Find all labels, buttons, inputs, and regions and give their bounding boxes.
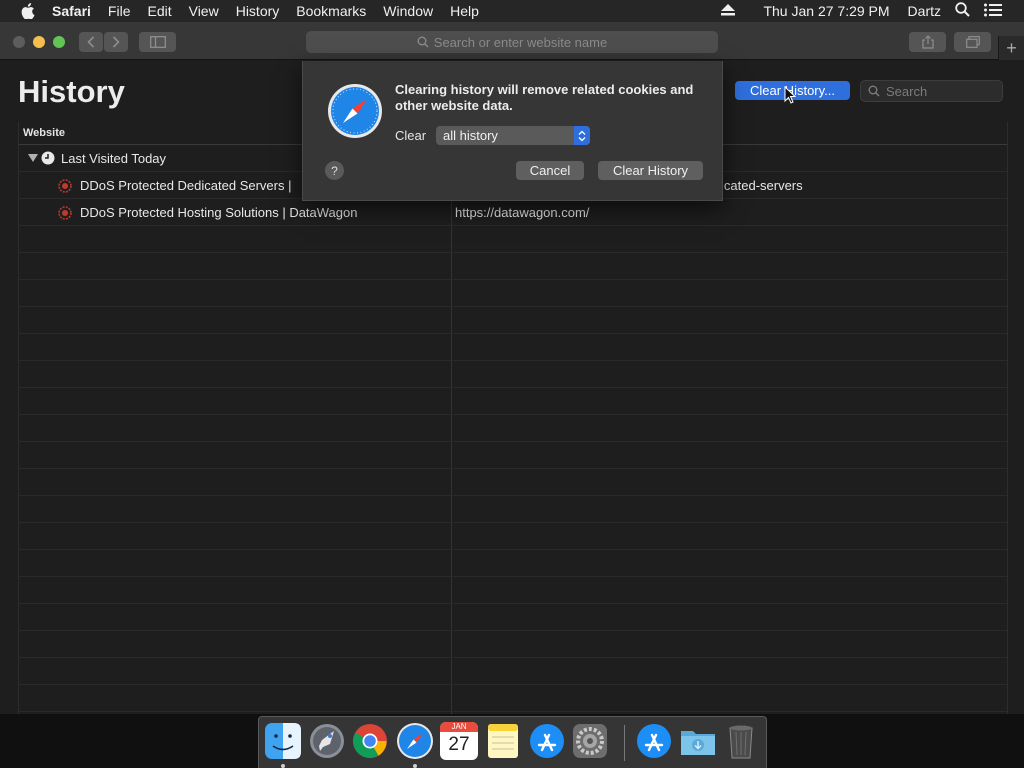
- confirm-clear-history-button[interactable]: Clear History: [598, 161, 703, 180]
- close-window-button[interactable]: [13, 36, 25, 48]
- empty-row: [19, 253, 1007, 280]
- clock-icon: [41, 151, 55, 165]
- dialog-message: Clearing history will remove related coo…: [395, 82, 694, 113]
- column-header-website[interactable]: Website: [23, 127, 65, 139]
- menubar-status-area: Thu Jan 27 7:29 PM Dartz: [721, 0, 1024, 22]
- spotlight-search-icon[interactable]: [955, 2, 970, 20]
- clear-range-select[interactable]: all history: [436, 126, 590, 145]
- clear-range-value: all history: [443, 128, 498, 143]
- user-name[interactable]: Dartz: [908, 3, 941, 19]
- empty-row: [19, 685, 1007, 712]
- safari-compass-icon: [328, 84, 382, 138]
- dock: JAN 27: [258, 716, 767, 768]
- eject-icon[interactable]: [721, 3, 736, 19]
- empty-row: [19, 631, 1007, 658]
- chevron-left-icon: [87, 36, 95, 48]
- downloads-folder-icon[interactable]: [679, 722, 717, 760]
- mouse-cursor-icon: [784, 86, 796, 104]
- cancel-button[interactable]: Cancel: [516, 161, 584, 180]
- downloads-app-store-icon[interactable]: [635, 722, 673, 760]
- menu-file[interactable]: File: [108, 3, 131, 19]
- clear-range-label: Clear: [395, 128, 427, 143]
- menu-safari[interactable]: Safari: [52, 3, 91, 19]
- empty-row: [19, 307, 1007, 334]
- page-title: History: [18, 74, 125, 109]
- empty-row: [19, 523, 1007, 550]
- finder-running-indicator: [281, 764, 285, 768]
- menu-view[interactable]: View: [189, 3, 219, 19]
- show-tabs-button[interactable]: [954, 32, 991, 52]
- finder-icon[interactable]: [264, 722, 302, 760]
- select-stepper-icon: [574, 126, 590, 145]
- site-favicon-icon: [58, 179, 72, 193]
- safari-icon[interactable]: [396, 722, 434, 760]
- empty-row: [19, 550, 1007, 577]
- disclosure-triangle-icon[interactable]: [28, 154, 38, 162]
- share-button[interactable]: [909, 32, 946, 52]
- toolbar: Search or enter website name +: [0, 22, 1024, 60]
- empty-row: [19, 280, 1007, 307]
- sidebar-icon: [149, 36, 166, 48]
- chevron-right-icon: [112, 36, 120, 48]
- empty-row: [19, 442, 1007, 469]
- empty-row: [19, 388, 1007, 415]
- dock-separator: [624, 725, 625, 761]
- launchpad-icon[interactable]: [308, 722, 346, 760]
- menu-edit[interactable]: Edit: [147, 3, 171, 19]
- plus-icon: +: [1006, 37, 1017, 58]
- calendar-month: JAN: [440, 722, 478, 732]
- history-row-url: https://datawagon.com/: [455, 205, 590, 220]
- empty-row: [19, 361, 1007, 388]
- new-tab-button[interactable]: +: [998, 36, 1024, 60]
- address-bar-placeholder: Search or enter website name: [433, 34, 608, 50]
- history-row-url: icated-servers: [721, 178, 803, 193]
- empty-row: [19, 226, 1007, 253]
- menu-history[interactable]: History: [236, 3, 280, 19]
- empty-row: [19, 604, 1007, 631]
- notes-icon[interactable]: [484, 722, 522, 760]
- empty-row: [19, 496, 1007, 523]
- apple-menu-icon[interactable]: [20, 3, 36, 19]
- history-row-title: DDoS Protected Hosting Solutions | DataW…: [80, 205, 358, 220]
- forward-button[interactable]: [104, 32, 128, 52]
- history-row-title: DDoS Protected Dedicated Servers |: [80, 178, 292, 193]
- empty-row: [19, 334, 1007, 361]
- help-button[interactable]: ?: [325, 161, 344, 180]
- zoom-window-button[interactable]: [53, 36, 65, 48]
- minimize-window-button[interactable]: [33, 36, 45, 48]
- clear-history-dialog: Clearing history will remove related coo…: [302, 61, 723, 201]
- empty-row: [19, 415, 1007, 442]
- menu-window[interactable]: Window: [383, 3, 433, 19]
- address-bar[interactable]: Search or enter website name: [306, 31, 718, 53]
- sidebar-toggle-button[interactable]: [139, 32, 176, 52]
- search-icon: [868, 85, 880, 97]
- app-store-icon[interactable]: [528, 722, 566, 760]
- share-icon: [921, 35, 934, 49]
- search-icon: [417, 36, 429, 48]
- empty-row: [19, 658, 1007, 685]
- empty-row: [19, 469, 1007, 496]
- system-preferences-icon[interactable]: [571, 722, 609, 760]
- empty-row: [19, 577, 1007, 604]
- chrome-icon[interactable]: [351, 722, 389, 760]
- menu-bar: Safari File Edit View History Bookmarks …: [0, 0, 1024, 22]
- trash-icon[interactable]: [722, 722, 760, 760]
- site-favicon-icon: [58, 206, 72, 220]
- back-button[interactable]: [79, 32, 103, 52]
- search-placeholder: Search: [886, 83, 928, 99]
- history-search-field[interactable]: Search: [860, 80, 1003, 102]
- calendar-icon[interactable]: JAN 27: [440, 722, 478, 760]
- safari-running-indicator: [413, 764, 417, 768]
- group-label: Last Visited Today: [61, 151, 167, 166]
- clock-datetime[interactable]: Thu Jan 27 7:29 PM: [763, 3, 889, 19]
- tabs-overview-icon: [965, 36, 980, 48]
- calendar-day: 27: [448, 734, 470, 755]
- history-table: Website Last Visited Today DDoS Protecte…: [18, 122, 1008, 714]
- menu-help[interactable]: Help: [450, 3, 479, 19]
- menu-bookmarks[interactable]: Bookmarks: [296, 3, 366, 19]
- notification-center-icon[interactable]: [984, 3, 1002, 20]
- history-row[interactable]: DDoS Protected Hosting Solutions | DataW…: [19, 199, 1007, 226]
